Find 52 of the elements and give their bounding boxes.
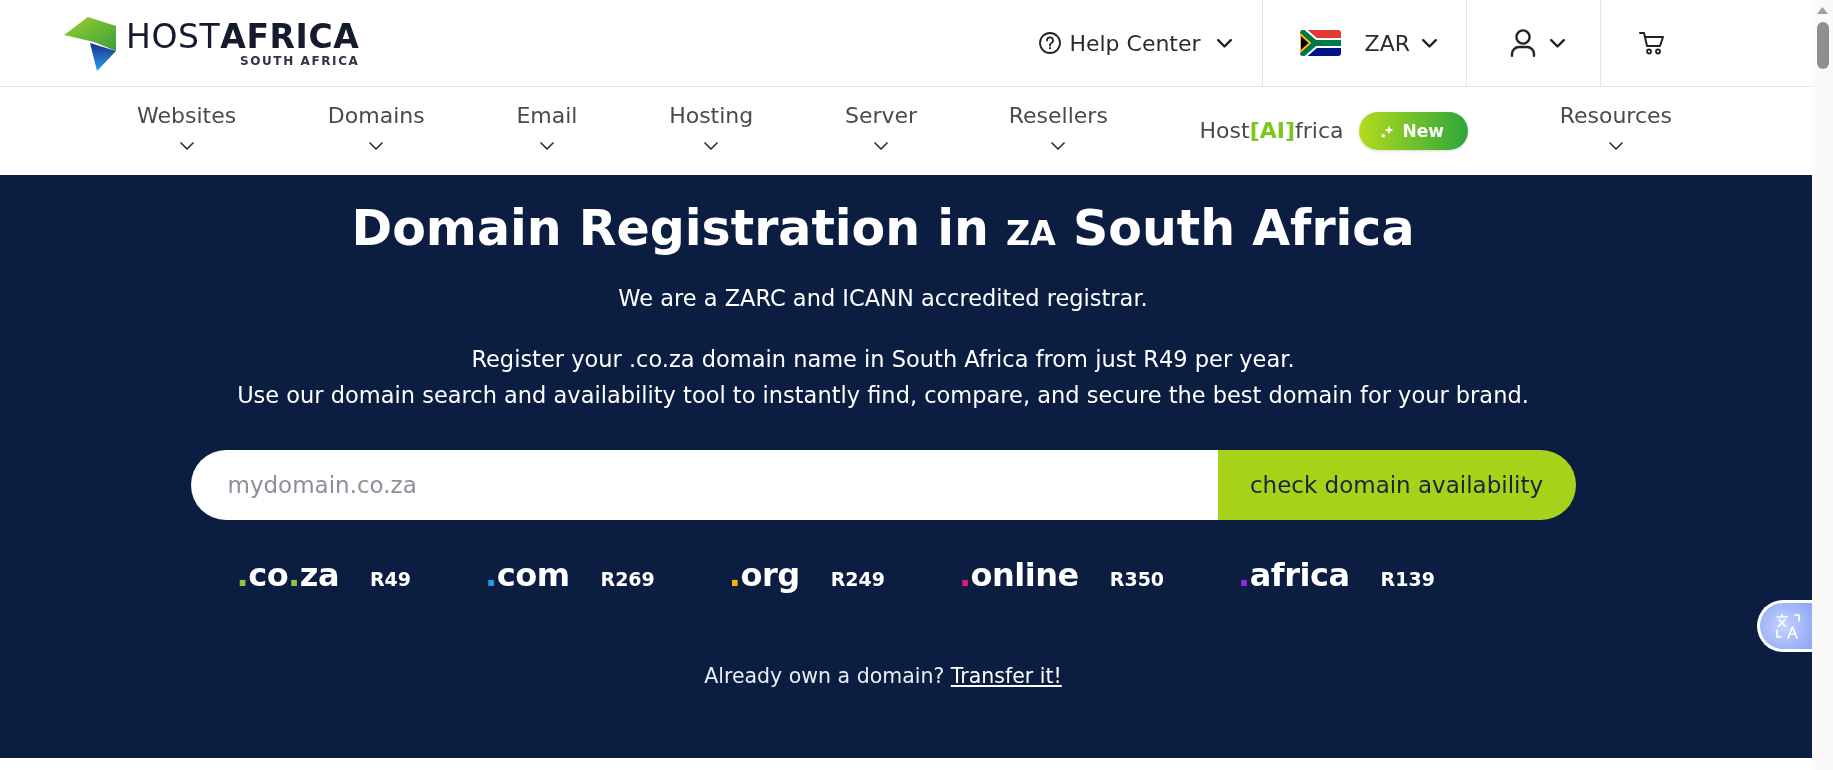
transfer-prompt: Already own a domain? Transfer it! [704,663,1062,690]
domain-extension: .online [958,555,1079,595]
chevron-down-icon [179,142,194,150]
domain-extension: .org [728,555,800,595]
logo-wordmark[interactable]: HOSTAFRICA [126,20,360,54]
scroll-up-arrow-icon[interactable] [1817,7,1828,14]
nav-link[interactable]: Email [516,101,578,175]
extension-price: R139 [1380,568,1435,590]
accreditation-text: We are a ZARC and ICANN accredited registrar. [618,284,1148,313]
nav-link[interactable]: Resellers [1008,101,1108,175]
currency-selector[interactable]: ZAR [1261,0,1466,86]
logo-tagline: SOUTH AFRICA [239,54,360,68]
chevron-down-icon [369,142,384,150]
check-availability-button[interactable]: check domain availability [1217,450,1576,520]
chevron-down-icon [704,142,719,150]
description-text: Use our domain search and availability tool to instantly find, compare, and secure the best domain for your brand. [237,381,1529,410]
chevron-down-icon [539,142,554,150]
sparkle-icon [1381,124,1395,138]
translate-button[interactable] [1757,600,1812,652]
logo-icon[interactable] [64,17,116,71]
extension-price: R249 [830,568,885,590]
chevron-down-icon [1051,142,1066,150]
question-circle-icon [1039,32,1062,54]
extension-price: R269 [600,568,655,590]
chevron-down-icon [874,142,888,150]
scrollbar-thumb[interactable] [1816,22,1829,69]
flag-icon [1299,30,1341,56]
nav-link[interactable]: Websites [137,101,237,175]
page-heading: Domain Registration in ZA South Africa [351,200,1415,259]
domain-extension: .com [485,555,570,595]
extension-price: R350 [1109,568,1165,590]
help-center-button[interactable]: Help Center [1039,0,1262,86]
new-label: New [1402,121,1444,141]
nav-link[interactable]: Resources [1559,101,1672,175]
user-icon [1510,29,1536,57]
extension-price: R49 [370,568,412,590]
chevron-down-icon [1550,38,1565,48]
transfer-link[interactable]: Transfer it! [950,664,1062,688]
nav-link[interactable]: Server [844,101,918,175]
domain-extension: .co.za [236,555,339,595]
translate-icon [1775,613,1801,639]
chevron-down-icon [1608,142,1623,150]
scrollbar[interactable] [1812,0,1833,770]
cart-icon [1639,31,1665,55]
chevron-down-icon [1422,38,1437,48]
domain-search-field[interactable]: mydomain.co.za [190,450,1218,520]
nav-link[interactable]: Host[AI]frica [1199,116,1344,146]
domain-extension: .africa [1238,555,1350,595]
nav-link[interactable]: Hosting [669,101,754,175]
description-text: Register your .co.za domain name in South Africa from just R49 per year. [471,345,1295,374]
chevron-down-icon [1216,38,1232,48]
nav-link[interactable]: Domains [327,101,425,175]
